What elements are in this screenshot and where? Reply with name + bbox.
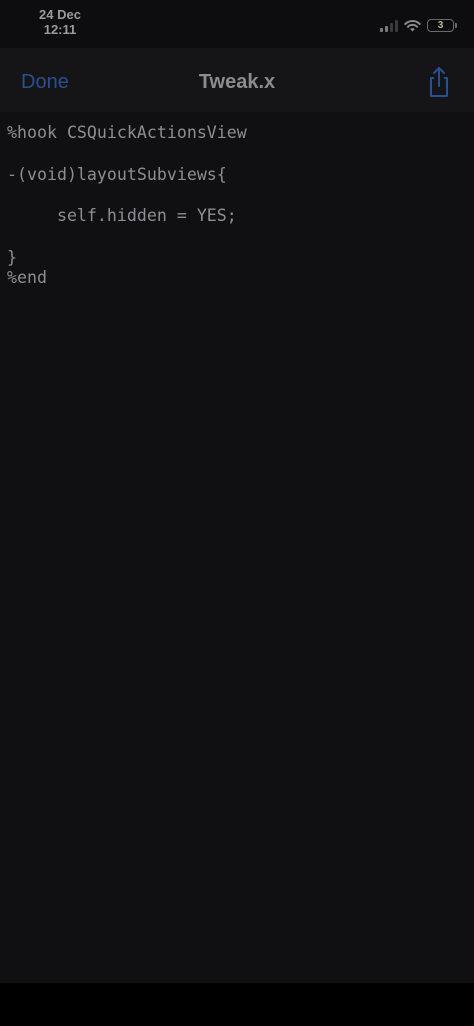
status-datetime: 24 Dec 12:11 <box>34 7 86 37</box>
status-date: 24 Dec <box>39 7 81 22</box>
share-icon <box>430 67 448 97</box>
battery-icon: 3 <box>427 19 457 32</box>
cellular-signal-icon <box>380 19 398 32</box>
home-indicator-area <box>0 983 474 1026</box>
status-bar: 24 Dec 12:11 3 <box>0 0 474 48</box>
screen: 24 Dec 12:11 3 Done Tweak.x %hook CSQuic… <box>0 0 474 983</box>
code-line: %hook CSQuickActionsView <box>7 123 247 142</box>
share-button[interactable] <box>424 66 454 98</box>
navigation-bar: Done Tweak.x <box>0 48 474 112</box>
code-line: %end <box>7 268 47 287</box>
status-time: 12:11 <box>43 22 77 37</box>
status-indicators: 3 <box>380 19 457 32</box>
code-line: } <box>7 248 17 267</box>
code-line: self.hidden = YES; <box>7 206 237 225</box>
wifi-icon <box>404 20 421 32</box>
code-line: -(void)layoutSubviews{ <box>7 165 227 184</box>
battery-level: 3 <box>437 20 444 31</box>
page-title: Tweak.x <box>198 71 276 93</box>
